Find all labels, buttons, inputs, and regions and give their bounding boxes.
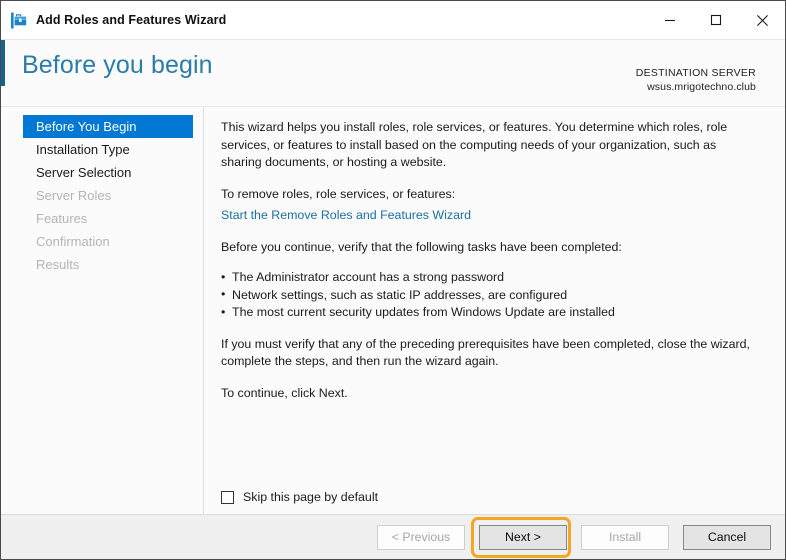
wizard-footer: < Previous Next > Install Cancel xyxy=(1,514,785,559)
destination-server-name: wsus.mrigotechno.club xyxy=(647,81,756,93)
minimize-icon xyxy=(665,19,675,22)
sidebar-item-results: Results xyxy=(36,257,80,272)
close-button[interactable] xyxy=(739,1,785,39)
remove-roles-wizard-link[interactable]: Start the Remove Roles and Features Wiza… xyxy=(221,207,471,225)
maximize-icon xyxy=(710,14,722,26)
window-controls xyxy=(647,1,785,39)
skip-page-checkbox[interactable] xyxy=(221,490,234,504)
prerequisite-task-list: The Administrator account has a strong p… xyxy=(221,269,759,322)
destination-server-block: DESTINATION SERVER wsus.mrigotechno.club xyxy=(636,66,756,94)
install-button: Install xyxy=(581,524,669,550)
intro-paragraph: This wizard helps you install roles, rol… xyxy=(221,120,728,169)
verify-prompt-text: Before you continue, verify that the fol… xyxy=(221,239,622,254)
toolbox-icon xyxy=(11,12,27,28)
title-bar: Add Roles and Features Wizard xyxy=(1,1,785,40)
remove-prompt-text: To remove roles, role services, or featu… xyxy=(221,186,456,201)
sidebar-item-before-you-begin[interactable]: Before You Begin xyxy=(23,115,193,138)
window-title: Add Roles and Features Wizard xyxy=(36,13,227,27)
header-accent-bar xyxy=(1,40,5,86)
sidebar-item-server-selection[interactable]: Server Selection xyxy=(23,161,193,184)
skip-page-checkbox-row[interactable]: Skip this page by default xyxy=(221,490,378,504)
prerequisites-note: If you must verify that any of the prece… xyxy=(221,336,750,369)
sidebar-item-confirmation: Confirmation xyxy=(36,234,110,249)
next-button-wrap: Next > xyxy=(465,516,571,558)
task-item: The most current security updates from W… xyxy=(221,304,759,322)
destination-server-label: DESTINATION SERVER xyxy=(635,67,756,79)
task-item: Network settings, such as static IP addr… xyxy=(221,286,759,305)
close-icon xyxy=(756,14,768,26)
sidebar-item-installation-type[interactable]: Installation Type xyxy=(23,138,193,161)
next-button[interactable]: Next > xyxy=(479,524,567,550)
continue-note: To continue, click Next. xyxy=(221,385,348,400)
add-roles-and-features-wizard-window: Add Roles and Features Wizard Before you… xyxy=(0,0,786,560)
page-header: Before you begin DESTINATION SERVER wsus… xyxy=(1,40,785,106)
previous-button: < Previous xyxy=(377,524,465,550)
minimize-button[interactable] xyxy=(647,1,693,39)
maximize-button[interactable] xyxy=(693,1,739,39)
cancel-button[interactable]: Cancel xyxy=(683,524,771,550)
sidebar-item-server-roles: Server Roles xyxy=(36,188,112,203)
wizard-step-nav: Before You Begin Installation Type Serve… xyxy=(1,107,204,514)
page-title: Before you begin xyxy=(22,51,213,79)
skip-page-checkbox-label: Skip this page by default xyxy=(243,490,379,504)
wizard-body: Before You Begin Installation Type Serve… xyxy=(1,106,785,514)
task-item: The Administrator account has a strong p… xyxy=(221,269,759,287)
sidebar-item-features: Features xyxy=(36,211,88,226)
wizard-content-panel: This wizard helps you install roles, rol… xyxy=(204,107,785,514)
